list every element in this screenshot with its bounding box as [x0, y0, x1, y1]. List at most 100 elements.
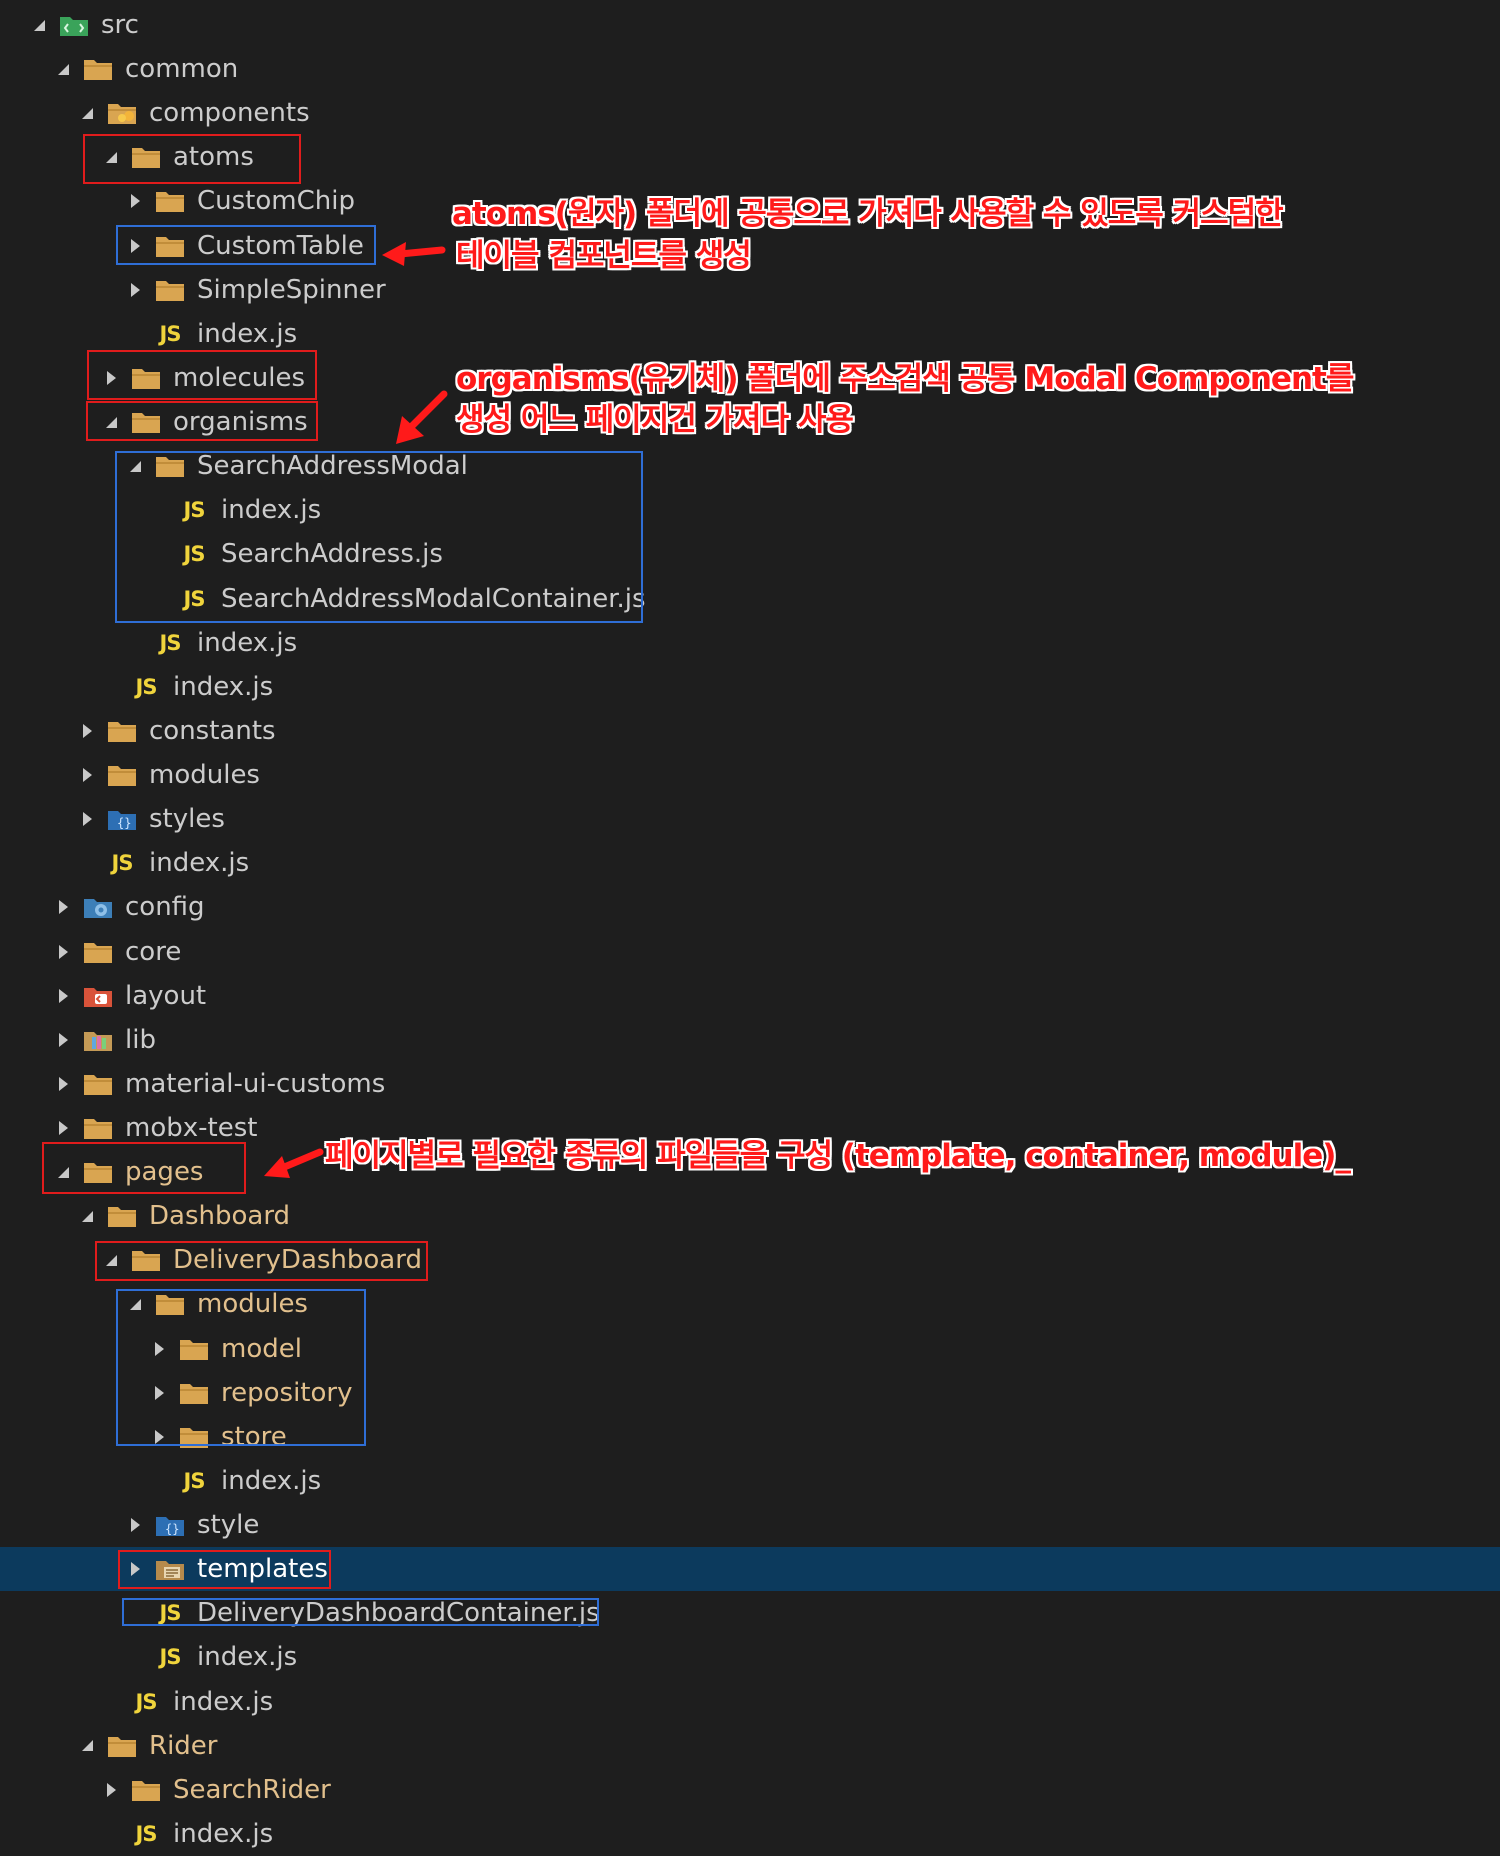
- tree-folder-row[interactable]: src: [0, 3, 1500, 47]
- folder-icon: [105, 753, 139, 797]
- tree-item-label: Rider: [149, 1730, 218, 1761]
- folder-icon: [153, 268, 187, 312]
- chevron-right-icon[interactable]: [51, 1018, 75, 1062]
- tree-folder-row[interactable]: lib: [0, 1018, 1500, 1062]
- tree-folder-row[interactable]: SearchRider: [0, 1768, 1500, 1812]
- highlight-molecules: [87, 350, 317, 400]
- arrow-customtable-icon: [382, 242, 446, 266]
- tree-item-label: config: [125, 892, 205, 923]
- tree-file-row[interactable]: JS index.js: [0, 1812, 1500, 1856]
- tree-item-label: components: [149, 98, 310, 129]
- chevron-right-icon[interactable]: [75, 709, 99, 753]
- chevron-right-icon[interactable]: [75, 753, 99, 797]
- arrow-pages-icon: [264, 1148, 324, 1178]
- highlight-container-file: [122, 1598, 599, 1626]
- tree-item-label: SimpleSpinner: [197, 274, 386, 305]
- tree-item-label: mobx-test: [125, 1113, 258, 1143]
- twisty-spacer: [99, 1812, 123, 1856]
- chevron-down-icon[interactable]: [75, 1194, 99, 1238]
- tree-item-label: index.js: [173, 1818, 274, 1849]
- tree-item-label: index.js: [173, 1686, 274, 1717]
- tree-folder-row[interactable]: {} styles: [0, 797, 1500, 841]
- tree-item-label: index.js: [149, 848, 250, 879]
- chevron-right-icon[interactable]: [51, 930, 75, 974]
- twisty-spacer: [123, 621, 147, 665]
- folder-icon: [81, 1062, 115, 1106]
- highlight-atoms: [83, 134, 301, 184]
- chevron-right-icon[interactable]: [123, 179, 147, 223]
- layout-folder-icon: [81, 974, 115, 1018]
- styles-folder-icon: {}: [153, 1503, 187, 1547]
- lib-folder-icon: [81, 1018, 115, 1062]
- folder-icon: [81, 930, 115, 974]
- arrow-organisms-icon: [396, 390, 448, 444]
- twisty-spacer: [99, 665, 123, 709]
- tree-file-row[interactable]: JS index.js: [0, 665, 1500, 709]
- tree-file-row[interactable]: JS index.js: [0, 841, 1500, 885]
- tree-item-label: layout: [125, 980, 207, 1011]
- chevron-right-icon[interactable]: [99, 1768, 123, 1812]
- annotation-pages-line1: 페이지별로 필요한 종류의 파일들을 구성 (template, contain…: [325, 1138, 1351, 1174]
- tree-file-row[interactable]: JS index.js: [0, 621, 1500, 665]
- tree-folder-row[interactable]: Rider: [0, 1724, 1500, 1768]
- tree-folder-row[interactable]: modules: [0, 753, 1500, 797]
- js-file-icon: JS: [135, 1821, 158, 1846]
- js-file-icon: JS: [135, 674, 158, 699]
- highlight-pages: [42, 1142, 246, 1194]
- tree-item-label: core: [125, 936, 182, 967]
- tree-folder-row[interactable]: constants: [0, 709, 1500, 753]
- js-file-icon: JS: [159, 630, 182, 655]
- chevron-right-icon[interactable]: [51, 885, 75, 929]
- tree-folder-row[interactable]: config: [0, 885, 1500, 929]
- folder-icon: [129, 1768, 163, 1812]
- folder-icon: [105, 1724, 139, 1768]
- tree-file-row[interactable]: JS index.js: [0, 1459, 1500, 1503]
- tree-folder-row[interactable]: {} style: [0, 1503, 1500, 1547]
- chevron-down-icon[interactable]: [51, 47, 75, 91]
- tree-item-label: CustomChip: [197, 186, 355, 217]
- chevron-right-icon[interactable]: [123, 268, 147, 312]
- tree-item-label: material-ui-customs: [125, 1068, 386, 1099]
- js-file-icon: JS: [135, 1689, 158, 1714]
- twisty-spacer: [147, 1459, 171, 1503]
- tree-item-label: style: [197, 1510, 260, 1541]
- chevron-right-icon[interactable]: [75, 797, 99, 841]
- chevron-down-icon[interactable]: [75, 1724, 99, 1768]
- tree-item-label: common: [125, 54, 239, 85]
- tree-item-label: index.js: [173, 671, 274, 702]
- folder-icon: [105, 1194, 139, 1238]
- chevron-right-icon[interactable]: [51, 974, 75, 1018]
- tree-folder-row[interactable]: layout: [0, 974, 1500, 1018]
- js-file-icon: JS: [111, 851, 134, 876]
- highlight-modules: [116, 1289, 366, 1446]
- folder-icon: [81, 47, 115, 91]
- chevron-down-icon[interactable]: [75, 91, 99, 135]
- tree-item-label: src: [101, 10, 139, 40]
- tree-item-label: index.js: [221, 1465, 322, 1496]
- tree-item-label: index.js: [197, 318, 298, 349]
- highlight-organisms: [86, 401, 318, 441]
- tree-item-label: SearchRider: [173, 1774, 331, 1805]
- chevron-right-icon[interactable]: [123, 1503, 147, 1547]
- tree-item-label: index.js: [197, 627, 298, 658]
- tree-folder-row[interactable]: Dashboard: [0, 1194, 1500, 1238]
- tree-item-label: lib: [125, 1024, 156, 1055]
- tree-file-row[interactable]: JS index.js: [0, 1635, 1500, 1679]
- tree-item-label: constants: [149, 715, 276, 746]
- tree-folder-row[interactable]: common: [0, 47, 1500, 91]
- tree-file-row[interactable]: JS index.js: [0, 1680, 1500, 1724]
- js-file-icon: JS: [183, 1468, 206, 1493]
- chevron-right-icon[interactable]: [51, 1062, 75, 1106]
- tree-item-label: styles: [149, 804, 225, 835]
- chevron-down-icon[interactable]: [27, 3, 51, 47]
- svg-text:{}: {}: [117, 816, 131, 830]
- twisty-spacer: [99, 1680, 123, 1724]
- components-folder-icon: [105, 91, 139, 135]
- twisty-spacer: [75, 841, 99, 885]
- tree-item-label: index.js: [197, 1642, 298, 1673]
- svg-text:{}: {}: [165, 1522, 179, 1536]
- tree-folder-row[interactable]: components: [0, 91, 1500, 135]
- tree-folder-row[interactable]: material-ui-customs: [0, 1062, 1500, 1106]
- folder-icon: [105, 709, 139, 753]
- tree-folder-row[interactable]: core: [0, 930, 1500, 974]
